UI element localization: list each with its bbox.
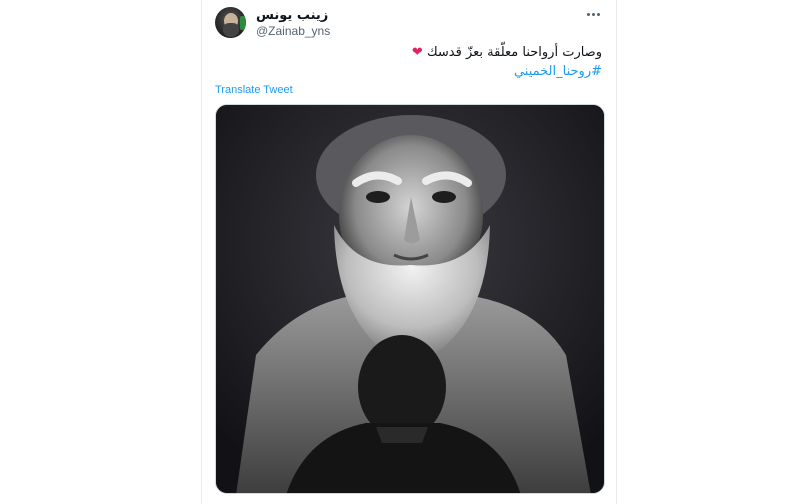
- display-name[interactable]: زينب يونس: [256, 8, 328, 23]
- page: زينب يونس @Zainab_yns وصارت أرواحنا معلّ…: [0, 0, 811, 504]
- portrait-photo: [216, 105, 604, 493]
- hashtag-link[interactable]: #روحنا_الخميني: [514, 64, 602, 79]
- tweet-media-image[interactable]: [215, 104, 605, 494]
- user-handle[interactable]: @Zainab_yns: [256, 24, 330, 38]
- more-horizontal-icon-dot: [591, 12, 595, 16]
- more-options-button[interactable]: [583, 7, 603, 21]
- tweet-text: وصارت أرواحنا معلّقة بعزّ قدسك ❤: [222, 44, 602, 62]
- avatar-beard: [223, 23, 239, 37]
- more-horizontal-icon: [586, 12, 590, 16]
- translate-tweet-link[interactable]: Translate Tweet: [215, 84, 293, 96]
- heart-icon: ❤: [411, 45, 423, 60]
- avatar-flag-badge: [240, 16, 246, 30]
- tweet-card: زينب يونس @Zainab_yns وصارت أرواحنا معلّ…: [201, 0, 617, 504]
- tweet-text-body: وصارت أرواحنا معلّقة بعزّ قدسك: [426, 45, 602, 60]
- more-horizontal-icon-dot: [596, 12, 600, 16]
- avatar[interactable]: [215, 7, 246, 38]
